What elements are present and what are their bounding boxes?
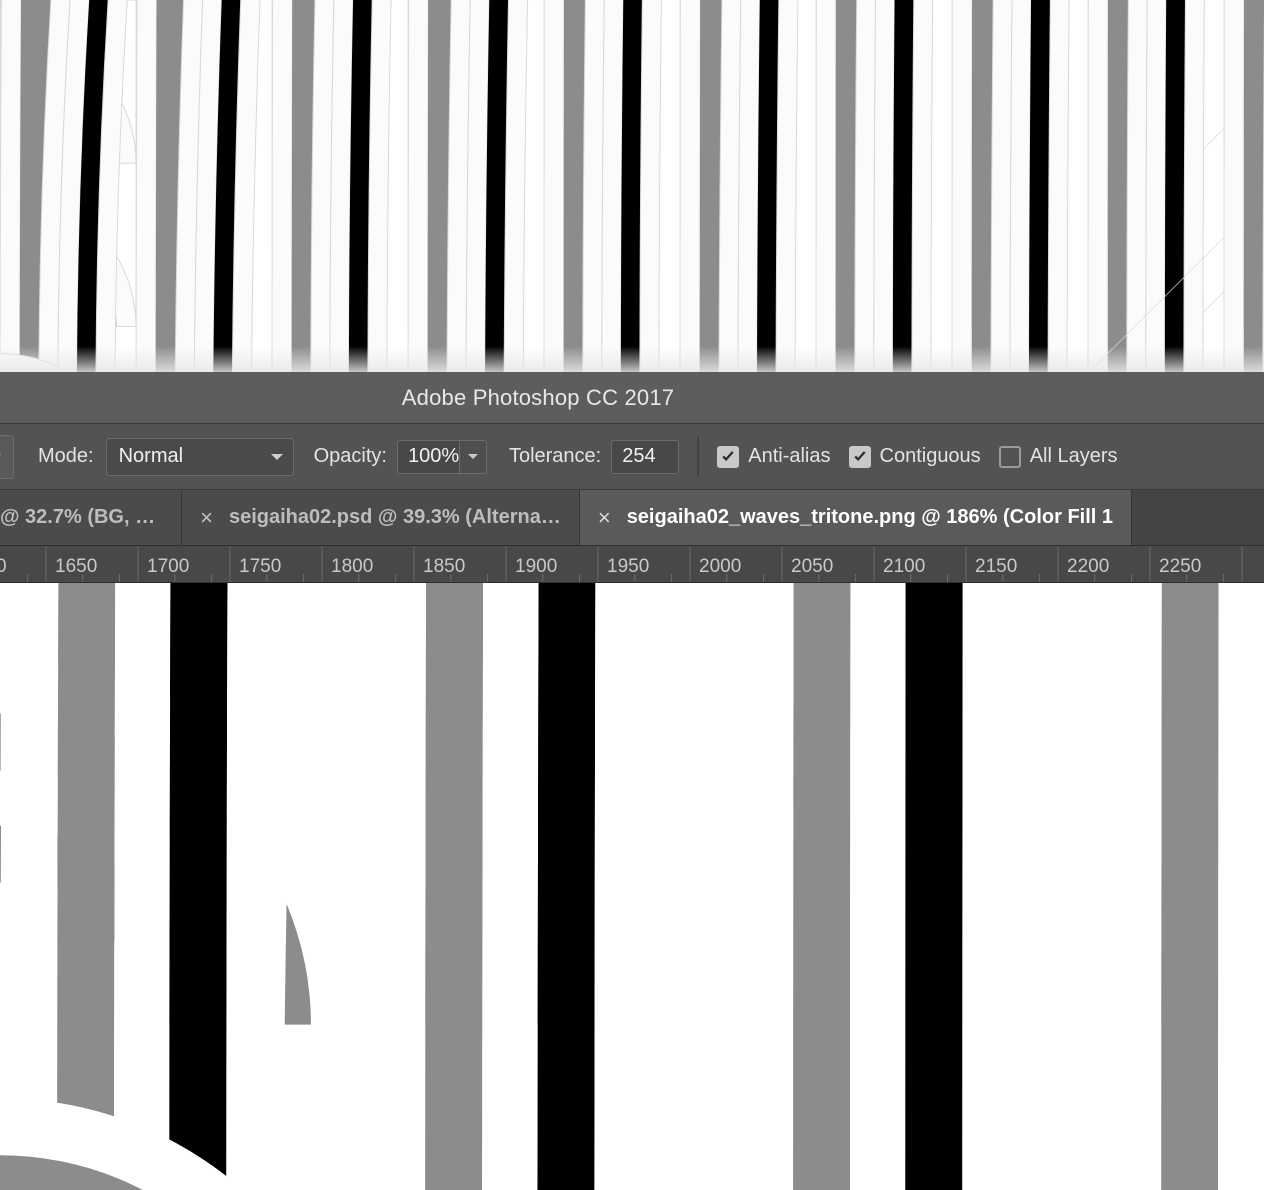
seigaiha-pattern-bottom bbox=[0, 583, 1264, 1190]
checkbox-label: Anti-alias bbox=[748, 445, 831, 467]
checkbox-contiguous[interactable]: Contiguous bbox=[848, 445, 981, 468]
checkbox-unchecked-icon bbox=[998, 445, 1021, 468]
svg-text:1950: 1950 bbox=[607, 556, 649, 577]
tolerance-label: Tolerance: bbox=[508, 445, 602, 467]
tolerance-input[interactable]: 254 bbox=[611, 439, 680, 474]
opacity-input[interactable]: 100% bbox=[396, 439, 460, 474]
document-tab-bar: @ 32.7% (BG, … × seigaiha02.psd @ 39.3% (A… bbox=[0, 490, 1264, 546]
checkbox-anti-alias[interactable]: Anti-alias bbox=[717, 445, 831, 468]
svg-text:2050: 2050 bbox=[791, 556, 833, 577]
svg-text:1750: 1750 bbox=[239, 556, 281, 577]
document-canvas-bottom[interactable] bbox=[0, 583, 1264, 1190]
horizontal-ruler[interactable]: 0 1650 1700 1750 1800 1850 1900 1950 2000 2050 210… bbox=[0, 546, 1264, 583]
chevron-down-icon bbox=[0, 454, 1, 459]
tolerance-value: 254 bbox=[622, 445, 656, 467]
checkbox-checked-icon bbox=[848, 445, 871, 468]
svg-text:1900: 1900 bbox=[515, 556, 557, 577]
application-title: Adobe Photoshop CC 2017 bbox=[401, 384, 675, 410]
checkbox-label: All Layers bbox=[1029, 445, 1118, 467]
tool-options-bar: Mode: Normal Opacity: 100% Tolerance: 25… bbox=[0, 424, 1264, 490]
svg-text:1650: 1650 bbox=[55, 556, 97, 577]
chevron-down-icon bbox=[467, 454, 478, 459]
svg-text:2150: 2150 bbox=[975, 556, 1017, 577]
checkbox-checked-icon bbox=[717, 445, 740, 468]
opacity-value: 100% bbox=[407, 445, 460, 467]
checkbox-all-layers[interactable]: All Layers bbox=[998, 445, 1118, 468]
ruler-ticks: 0 1650 1700 1750 1800 1850 1900 1950 2000 2050 210… bbox=[0, 546, 1243, 582]
options-checkbox-group: Anti-alias Contiguous All Layers bbox=[717, 445, 1135, 468]
document-tab-title: @ 32.7% (BG, … bbox=[0, 506, 156, 528]
document-canvas-top[interactable] bbox=[0, 0, 1264, 372]
close-icon[interactable]: × bbox=[598, 506, 611, 529]
tool-preset-picker[interactable] bbox=[0, 434, 14, 479]
document-tab[interactable]: × seigaiha02.psd @ 39.3% (Alterna… bbox=[182, 490, 580, 545]
opacity-label: Opacity: bbox=[313, 445, 387, 467]
chevron-down-icon bbox=[270, 453, 283, 460]
mode-label: Mode: bbox=[38, 445, 94, 467]
svg-text:0: 0 bbox=[0, 556, 7, 577]
photoshop-window: Adobe Photoshop CC 2017 Mode: Normal Opa… bbox=[0, 0, 1264, 1190]
document-tab-title: seigaiha02_waves_tritone.png @ 186% (Col… bbox=[626, 506, 1114, 528]
opacity-stepper[interactable] bbox=[458, 439, 487, 474]
svg-text:2250: 2250 bbox=[1159, 556, 1201, 577]
document-tab-active[interactable]: × seigaiha02_waves_tritone.png @ 186% (Co… bbox=[579, 490, 1133, 545]
document-tab[interactable]: @ 32.7% (BG, … bbox=[0, 490, 183, 545]
blend-mode-select[interactable]: Normal bbox=[105, 437, 294, 476]
svg-text:1850: 1850 bbox=[423, 556, 465, 577]
application-title-bar: Adobe Photoshop CC 2017 bbox=[0, 372, 1264, 424]
close-icon[interactable]: × bbox=[200, 506, 213, 529]
document-tab-title: seigaiha02.psd @ 39.3% (Alterna… bbox=[228, 506, 561, 528]
svg-text:2000: 2000 bbox=[699, 556, 741, 577]
seigaiha-pattern-top bbox=[0, 0, 1264, 372]
checkbox-label: Contiguous bbox=[879, 445, 981, 467]
svg-text:2100: 2100 bbox=[883, 556, 925, 577]
blend-mode-value: Normal bbox=[118, 445, 184, 467]
svg-text:1800: 1800 bbox=[331, 556, 373, 577]
svg-text:2200: 2200 bbox=[1067, 556, 1109, 577]
svg-text:1700: 1700 bbox=[147, 556, 189, 577]
options-divider bbox=[697, 436, 700, 477]
